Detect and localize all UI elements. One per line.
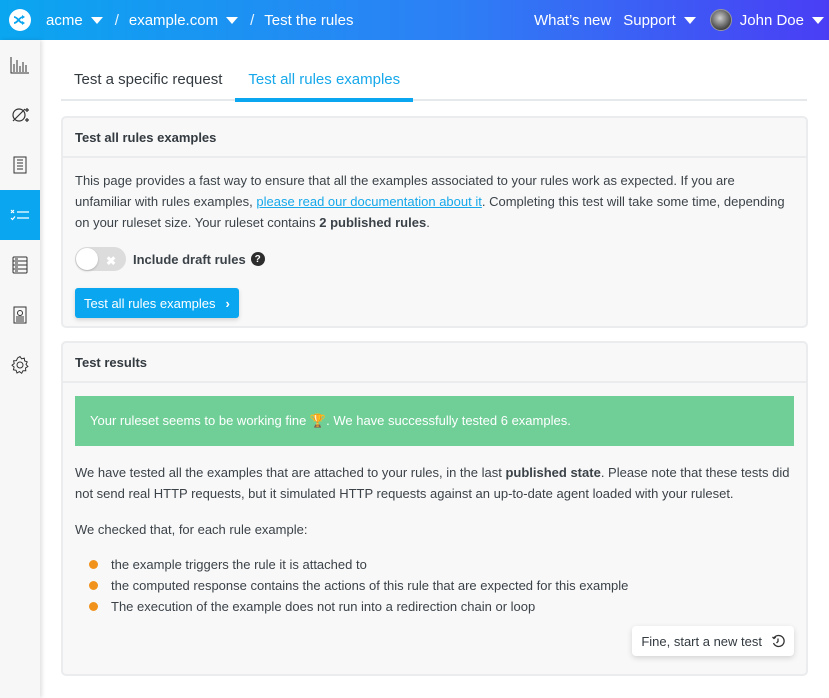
include-draft-row: ✖ Include draft rules ? — [75, 247, 794, 271]
user-menu[interactable]: John Doe — [709, 9, 824, 31]
include-draft-label: Include draft rules — [133, 251, 246, 267]
user-nav: What’s new Support John Doe — [534, 0, 829, 40]
card-body: Your ruleset seems to be working fine 🏆.… — [63, 383, 806, 629]
chevron-right-icon: › — [225, 295, 230, 311]
sidebar-item-rules[interactable] — [0, 90, 40, 140]
breadcrumb: acme / example.com / Test the rules — [46, 0, 353, 40]
trophy-icon: 🏆 — [309, 413, 327, 428]
explanation-part: We have tested all the examples that are… — [75, 465, 506, 480]
tab-bar: Test a specific request Test all rules e… — [61, 60, 807, 102]
logo-icon[interactable] — [9, 9, 31, 31]
test-all-rules-button[interactable]: Test all rules examples › — [75, 288, 239, 318]
sidebar-item-test-rules[interactable] — [0, 190, 40, 240]
published-state: published state — [505, 465, 601, 480]
rules-editor-icon — [12, 108, 29, 122]
breadcrumb-separator: / — [114, 11, 119, 29]
support-label: Support — [623, 11, 676, 29]
breadcrumb-separator: / — [250, 11, 255, 29]
gear-icon — [11, 355, 29, 375]
intro-text: This page provides a fast way to ensure … — [75, 170, 794, 233]
alert-text: Your ruleset seems to be working fine — [90, 413, 310, 428]
button-label: Test all rules examples — [84, 295, 216, 311]
main-content: Test a specific request Test all rules e… — [61, 60, 807, 102]
tab-test-specific-request[interactable]: Test a specific request — [61, 60, 235, 99]
chevron-down-icon — [90, 16, 103, 24]
whats-new-link[interactable]: What’s new — [534, 12, 611, 29]
chevron-down-icon — [812, 16, 824, 24]
card-title: Test results — [63, 343, 806, 383]
close-icon: ✖ — [105, 254, 116, 268]
card-title: Test all rules examples — [63, 118, 806, 158]
sidebar-item-analytics[interactable] — [0, 40, 40, 90]
include-draft-toggle[interactable]: ✖ — [75, 247, 126, 271]
agent-icon — [13, 306, 27, 324]
history-icon — [772, 634, 785, 648]
sidebar — [0, 40, 40, 698]
sidebar-item-settings[interactable] — [0, 340, 40, 390]
test-checklist-icon — [10, 209, 29, 221]
list-item: the example triggers the rule it is atta… — [75, 554, 794, 575]
button-label: Fine, start a new test — [641, 633, 762, 649]
document-list-icon — [13, 156, 27, 174]
sidebar-item-servers[interactable] — [0, 240, 40, 290]
analytics-icon — [10, 57, 29, 74]
chevron-down-icon — [683, 16, 696, 24]
avatar — [709, 9, 732, 31]
intro-text-part: . — [426, 215, 430, 230]
rules-count: 2 published rules — [319, 215, 427, 230]
alert-text: . We have successfully tested 6 examples… — [326, 413, 571, 428]
domain-selector[interactable]: example.com — [128, 11, 239, 29]
list-item: the computed response contains the actio… — [75, 575, 794, 596]
chevron-down-icon — [226, 16, 239, 24]
support-menu[interactable]: Support — [623, 12, 696, 29]
toggle-knob — [76, 248, 98, 270]
tab-test-all-rules-examples[interactable]: Test all rules examples — [235, 60, 413, 102]
results-explanation: We have tested all the examples that are… — [75, 462, 794, 504]
current-page: Test the rules — [264, 11, 354, 29]
test-all-rules-card: Test all rules examples This page provid… — [61, 116, 808, 328]
test-results-card: Test results Your ruleset seems to be wo… — [61, 341, 808, 676]
documentation-link[interactable]: please read our documentation about it — [256, 194, 482, 209]
org-selector[interactable]: acme — [46, 12, 103, 29]
checks-list: the example triggers the rule it is atta… — [75, 554, 794, 617]
org-name: acme — [46, 11, 83, 29]
sidebar-item-documents[interactable] — [0, 140, 40, 190]
help-icon[interactable]: ? — [250, 252, 265, 266]
sidebar-item-agent[interactable] — [0, 290, 40, 340]
top-bar: acme / example.com / Test the rules What… — [0, 0, 829, 40]
domain-name: example.com — [128, 11, 219, 29]
user-name: John Doe — [739, 11, 804, 29]
list-item: The execution of the example does not ru… — [75, 596, 794, 617]
start-new-test-button[interactable]: Fine, start a new test — [632, 626, 794, 656]
server-icon — [12, 256, 28, 274]
success-alert: Your ruleset seems to be working fine 🏆.… — [75, 396, 794, 446]
card-body: This page provides a fast way to ensure … — [63, 158, 806, 330]
checks-intro: We checked that, for each rule example: — [75, 522, 308, 537]
